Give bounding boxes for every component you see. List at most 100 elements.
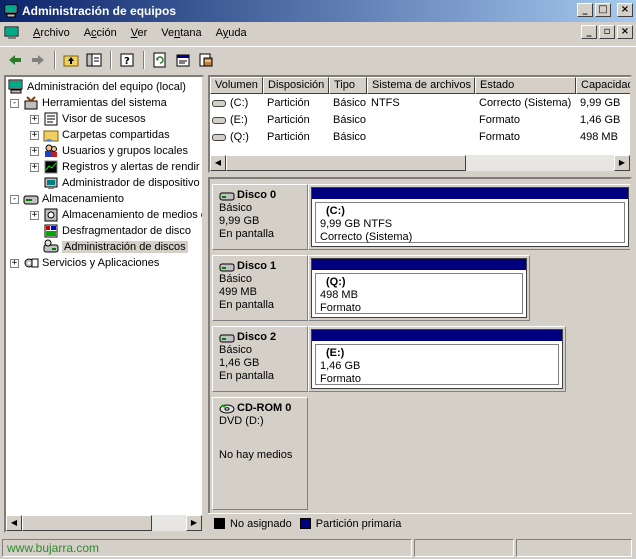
scroll-right-arrow-icon[interactable]: ▶ <box>614 155 630 171</box>
expand-icon[interactable]: + <box>30 130 39 140</box>
column-header[interactable]: Disposición <box>263 77 329 94</box>
tree-item[interactable]: Administración del equipo (local) <box>8 79 186 95</box>
tree-item-label: Desfragmentador de disco <box>62 225 192 237</box>
services-icon <box>24 258 39 268</box>
close-button[interactable]: × <box>617 3 633 17</box>
table-cell: 498 MB <box>580 131 618 143</box>
scroll-right-arrow-icon[interactable]: ▶ <box>186 515 202 531</box>
table-row[interactable]: (C:) Partición Básico NTFS Correcto (Sistema… <box>210 95 630 112</box>
menu-ayuda[interactable]: Ayuda <box>209 27 254 39</box>
child-minimize-button[interactable]: _ <box>581 25 597 39</box>
legend: No asignado Partición primaria <box>208 513 632 533</box>
disk-info-panel[interactable]: Disco 1 Básico 499 MB En pantalla <box>212 255 308 321</box>
expand-icon[interactable]: + <box>30 146 39 156</box>
cdrom-icon <box>219 403 235 413</box>
column-header[interactable]: Volumen <box>210 77 263 94</box>
partition-label: (C:) <box>326 205 345 217</box>
partition-line2: Formato <box>320 302 361 314</box>
partition-line1: 9,99 GB NTFS <box>320 218 393 230</box>
disk-name: Disco 2 <box>219 331 307 344</box>
scroll-left-arrow-icon[interactable]: ◀ <box>210 155 226 171</box>
help-icon[interactable]: ? <box>116 49 138 71</box>
tree-item[interactable]: + Visor de sucesos <box>30 111 146 127</box>
partition-line1: 498 MB <box>320 289 358 301</box>
toolbar-separator <box>143 50 145 69</box>
tree-item[interactable]: - Almacenamiento <box>10 191 124 207</box>
minimize-button[interactable]: _ <box>577 3 593 17</box>
column-header[interactable]: Tipo <box>329 77 367 94</box>
refresh-icon[interactable] <box>149 49 171 71</box>
volume-horizontal-scrollbar[interactable]: ◀ ▶ <box>210 155 630 171</box>
tree-item-label: Administración del equipo (local) <box>27 81 186 93</box>
table-cell: (C:) <box>212 95 248 112</box>
tree-item[interactable]: Desfragmentador de disco <box>30 223 191 239</box>
maximize-button[interactable]: □ <box>595 3 611 17</box>
disk-info-panel[interactable]: Disco 2 Básico 1,46 GB En pantalla <box>212 326 308 392</box>
child-restore-button[interactable]: ▫ <box>599 25 615 39</box>
tree-item[interactable]: + Almacenamiento de medios e <box>30 207 202 223</box>
expand-icon[interactable]: + <box>30 210 39 220</box>
menu-accion[interactable]: Acción <box>77 27 124 39</box>
partition-block[interactable]: (C:) 9,99 GB NTFS Correcto (Sistema) <box>311 187 629 247</box>
menu-ver[interactable]: Ver <box>124 27 155 39</box>
hard-disk-icon <box>219 263 235 271</box>
partition-label: (Q:) <box>326 276 346 288</box>
disk-info-panel[interactable]: Disco 0 Básico 9,99 GB En pantalla <box>212 184 308 250</box>
tree-horizontal-scrollbar[interactable]: ◀ ▶ <box>6 515 202 531</box>
table-cell: 1,46 GB <box>580 114 621 126</box>
menu-archivo[interactable]: Archivo <box>26 27 77 39</box>
column-header[interactable]: Sistema de archivos <box>367 77 475 94</box>
disk-type: Básico <box>219 344 253 356</box>
scroll-thumb[interactable] <box>22 515 152 531</box>
partition-details: (C:) 9,99 GB NTFS Correcto (Sistema) <box>315 202 625 243</box>
hard-disk-icon <box>219 192 235 200</box>
show-hide-tree-icon[interactable] <box>83 49 105 71</box>
disk-name-text: CD-ROM 0 <box>237 402 292 414</box>
collapse-icon[interactable]: - <box>10 194 19 204</box>
disk-state: En pantalla <box>219 299 275 311</box>
scroll-thumb[interactable] <box>226 155 466 171</box>
tree-item[interactable]: Administrador de dispositivo <box>30 175 200 191</box>
disk-name: Disco 1 <box>219 260 307 273</box>
disk-name-text: Disco 2 <box>237 331 277 343</box>
tree-item[interactable]: + Carpetas compartidas <box>30 127 170 143</box>
back-arrow-icon[interactable] <box>4 49 26 71</box>
tree-item[interactable]: - Herramientas del sistema <box>10 95 167 111</box>
column-header[interactable]: Capacidad <box>576 77 630 94</box>
legend-swatch-unallocated <box>214 518 225 529</box>
up-folder-icon[interactable] <box>60 49 82 71</box>
collapse-icon[interactable]: - <box>10 98 19 108</box>
partition-block[interactable]: (Q:) 498 MB Formato <box>311 258 527 318</box>
table-cell: (E:) <box>212 112 248 129</box>
tree-item[interactable]: Administración de discos <box>30 239 188 255</box>
scroll-left-arrow-icon[interactable]: ◀ <box>6 515 22 531</box>
disk-size: 1,46 GB <box>219 357 260 369</box>
disk-size: 9,99 GB <box>219 215 260 227</box>
table-cell: Partición <box>267 97 310 109</box>
disk-size: 499 MB <box>219 286 257 298</box>
disk-info-panel[interactable]: CD-ROM 0 DVD (D:) No hay medios <box>212 397 308 510</box>
menu-ventana[interactable]: Ventana <box>154 27 208 39</box>
disk-partition-area: (C:) 9,99 GB NTFS Correcto (Sistema) <box>308 184 630 250</box>
hard-disk-icon <box>219 334 235 342</box>
tree-item[interactable]: + Registros y alertas de rendir <box>30 159 200 175</box>
tree-item[interactable]: + Servicios y Aplicaciones <box>10 255 159 271</box>
status-panel <box>516 539 632 557</box>
partition-block[interactable]: (E:) 1,46 GB Formato <box>311 329 563 389</box>
forward-arrow-icon[interactable] <box>27 49 49 71</box>
column-header[interactable]: Estado <box>475 77 576 94</box>
expand-icon[interactable]: + <box>10 258 19 268</box>
table-row[interactable]: (Q:) Partición Básico Formato 498 MB <box>210 129 630 146</box>
expand-icon[interactable]: + <box>30 114 39 124</box>
expand-icon[interactable]: + <box>30 162 39 172</box>
child-close-button[interactable]: × <box>617 25 633 39</box>
properties-icon[interactable] <box>172 49 194 71</box>
disk-graphical-view: Disco 0 Básico 9,99 GB En pantalla (C:) 9,99 … <box>208 177 632 533</box>
mmc-document-icon[interactable] <box>4 25 20 41</box>
table-row[interactable]: (E:) Partición Básico Formato 1,46 GB <box>210 112 630 129</box>
export-icon[interactable] <box>195 49 217 71</box>
tree-item[interactable]: + Usuarios y grupos locales <box>30 143 188 159</box>
